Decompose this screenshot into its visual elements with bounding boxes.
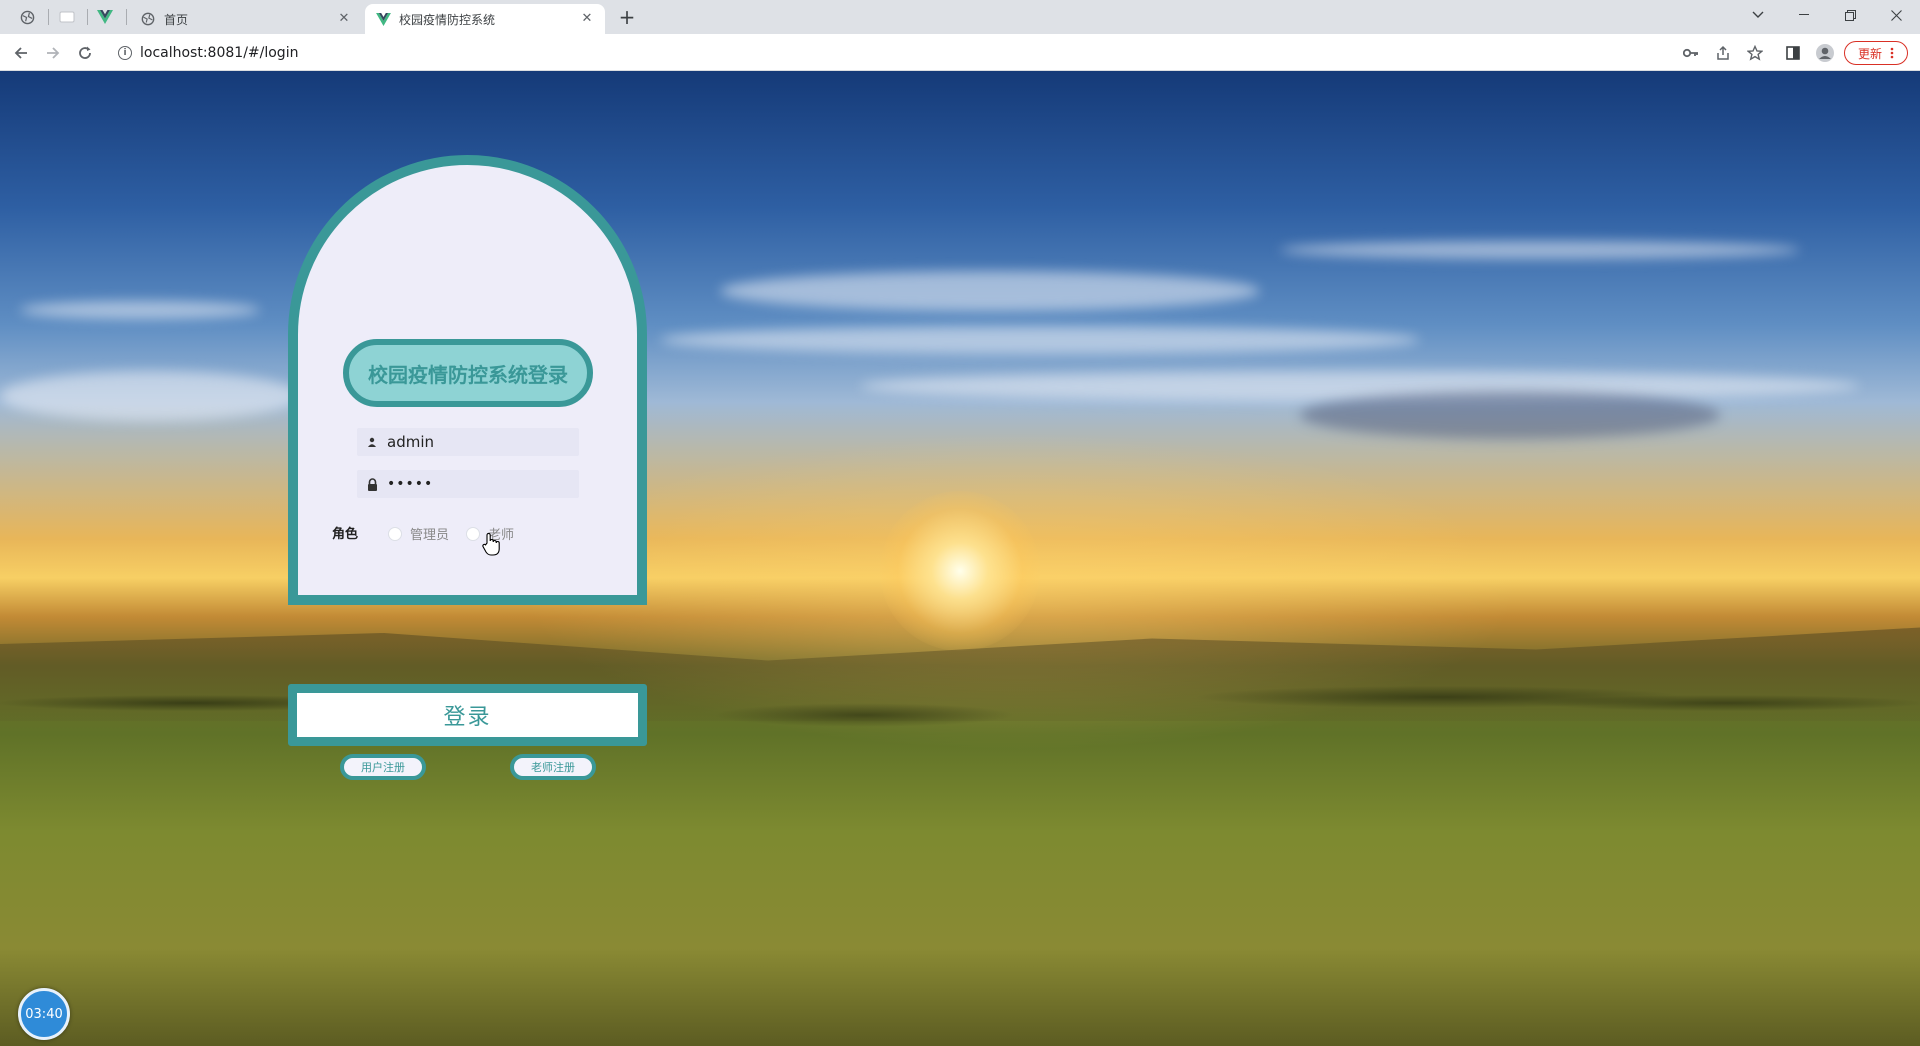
browser-toolbar: i localhost:8081/#/login 更新 [0,34,1920,71]
restore-button[interactable] [1828,0,1872,30]
close-tab-icon[interactable]: ✕ [579,11,595,27]
vue-logo-icon [97,10,113,24]
minimize-button[interactable] [1782,0,1826,30]
tab-strip: 首页 ✕ 校园疫情防控系统 ✕ + [0,0,1920,34]
tab-search-button[interactable] [1736,0,1780,30]
tab-separator [126,9,127,25]
user-icon [357,437,387,447]
restore-icon [1844,9,1856,21]
password-input[interactable] [387,476,567,492]
timer-badge[interactable]: 03:40 [18,988,70,1040]
globe-icon [20,10,34,24]
password-field[interactable] [357,470,579,498]
role-label: 角色 [332,527,359,542]
cloud [1280,241,1800,259]
forward-button[interactable] [39,39,67,67]
tab-separator [48,9,49,25]
site-info-icon[interactable]: i [118,45,132,60]
cloud [0,371,300,421]
close-window-button[interactable] [1874,0,1918,30]
role-option-label: 管理员 [410,528,450,543]
profile-avatar-icon[interactable] [1815,43,1835,63]
register-teacher-button[interactable]: 老师注册 [510,754,596,780]
arrow-right-icon [47,47,60,59]
login-button[interactable]: 登录 [288,684,647,746]
bookmark-star-icon[interactable] [1745,43,1765,63]
login-title: 校园疫情防控系统登录 [343,339,593,407]
reload-button[interactable] [71,39,99,67]
cloud [720,271,1260,311]
register-user-button[interactable]: 用户注册 [340,754,426,780]
tab-separator [87,9,88,25]
close-icon [1890,9,1902,21]
pinned-tab-globe[interactable] [13,6,41,28]
reload-icon [79,46,91,59]
password-key-icon[interactable] [1681,43,1701,63]
side-panel-icon[interactable] [1783,43,1803,63]
url-text[interactable]: localhost:8081/#/login [140,45,298,61]
pinned-tab-blank[interactable] [53,6,81,28]
more-vertical-icon [1890,47,1894,59]
blank-page-icon [59,11,75,23]
cloud [860,371,1860,401]
back-button[interactable] [7,39,35,67]
tab-title: 首页 [164,12,189,27]
radio-circle[interactable] [466,526,480,541]
cloud [20,301,260,319]
username-field[interactable] [357,428,579,456]
update-label: 更新 [1857,46,1882,61]
sun [880,491,1040,651]
cloud [1300,391,1720,439]
cloud [660,326,1420,354]
address-bar[interactable]: i localhost:8081/#/login [108,38,1696,67]
role-option-admin[interactable]: 管理员 [388,524,449,543]
new-tab-button[interactable]: + [614,5,640,31]
globe-icon [140,11,156,27]
tab-login[interactable]: 校园疫情防控系统 ✕ [365,4,605,34]
vue-logo-icon [375,11,391,27]
lock-icon [357,477,387,491]
chevron-down-icon [1752,11,1764,18]
tab-home[interactable]: 首页 ✕ [130,4,362,34]
pinned-tab-vue[interactable] [91,6,119,28]
update-button[interactable]: 更新 [1844,41,1908,65]
tab-title: 校园疫情防控系统 [399,12,496,27]
minimize-icon [1799,14,1809,15]
share-icon[interactable] [1713,43,1733,63]
radio-circle[interactable] [388,526,402,541]
username-input[interactable] [387,433,567,451]
arrow-left-icon [14,47,27,59]
close-tab-icon[interactable]: ✕ [336,11,352,27]
hand-cursor-icon [482,532,500,556]
